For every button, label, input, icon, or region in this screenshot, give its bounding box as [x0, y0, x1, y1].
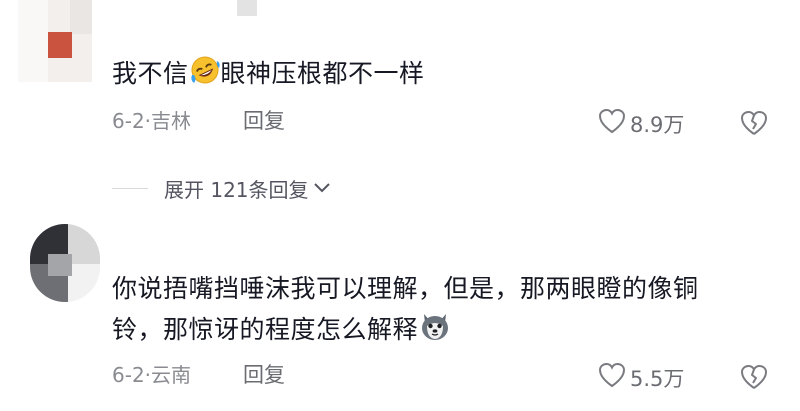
avatar[interactable] — [18, 0, 92, 82]
dislike-button[interactable] — [740, 110, 768, 140]
comment-text-part: 我不信 — [112, 59, 189, 88]
comment-text-part: 眼神压根都不一样 — [220, 59, 425, 88]
chevron-down-icon — [313, 181, 331, 195]
comment-date-location: 6-2·云南 — [112, 363, 192, 387]
expand-replies-button[interactable]: 展开 121条回复 — [112, 174, 331, 202]
like-button[interactable]: 5.5万 — [598, 362, 684, 393]
comment-text-part: 铃，那惊讶的程度怎么解释 — [112, 315, 419, 344]
comment-text: 我不信 眼神压根都不一样 — [112, 55, 425, 95]
broken-heart-icon — [740, 365, 768, 394]
rolling-on-floor-laughing-emoji-icon — [190, 55, 220, 95]
reply-button[interactable]: 回复 — [243, 363, 285, 387]
avatar[interactable] — [30, 224, 100, 302]
reply-button[interactable]: 回复 — [243, 109, 285, 133]
heart-icon — [598, 108, 626, 139]
comment-text: 铃，那惊讶的程度怎么解释 — [112, 310, 452, 352]
like-count: 8.9万 — [630, 112, 685, 137]
like-button[interactable]: 8.9万 — [598, 108, 684, 139]
like-count: 5.5万 — [630, 366, 685, 391]
dislike-button[interactable] — [740, 364, 768, 394]
expand-replies-label: 展开 121条回复 — [164, 177, 309, 202]
comment-text: 你说捂嘴挡唾沫我可以理解，但是，那两眼瞪的像铜 — [112, 274, 699, 303]
heart-icon — [598, 362, 626, 393]
username-cropped[interactable] — [112, 0, 262, 18]
comment-date-location: 6-2·吉林 — [112, 109, 192, 133]
divider — [112, 187, 148, 189]
husky-dog-emoji-icon — [419, 310, 451, 352]
broken-heart-icon — [740, 111, 768, 140]
